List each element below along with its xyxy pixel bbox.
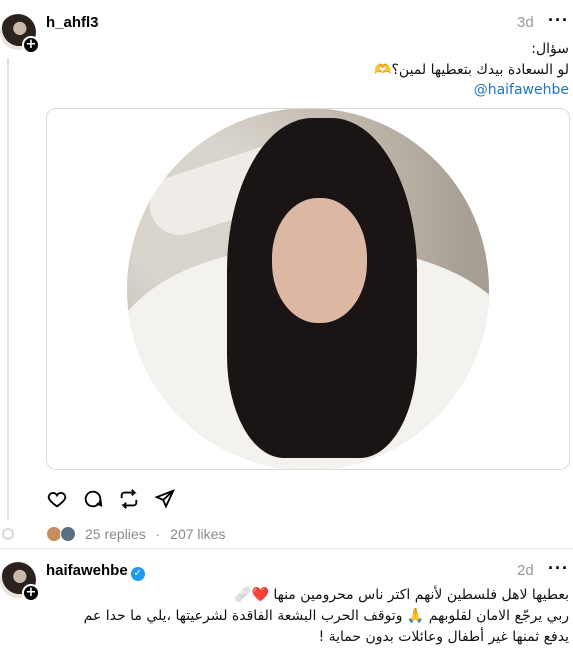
- reply-username-text[interactable]: haifawehbe: [46, 562, 128, 579]
- comment-icon: [84, 490, 103, 508]
- reply-more-options-button[interactable]: ···: [548, 558, 569, 579]
- post-image[interactable]: [46, 108, 570, 470]
- reply-button[interactable]: [82, 488, 106, 512]
- like-button[interactable]: [46, 488, 70, 512]
- reply-avatar[interactable]: +: [0, 562, 40, 602]
- reply-timestamp[interactable]: 2d: [517, 562, 534, 579]
- mention-link[interactable]: @haifawehbe: [474, 82, 569, 98]
- repost-icon: [120, 489, 138, 509]
- reply-text-line-2: ربي يرجّع الامان لقلوبهم 🙏 وتوقف الحرب ا…: [83, 608, 569, 624]
- follow-plus-icon[interactable]: +: [22, 584, 40, 602]
- divider: [0, 548, 573, 549]
- follow-plus-icon[interactable]: +: [22, 36, 40, 54]
- share-button[interactable]: [154, 488, 178, 512]
- thread-line: [7, 58, 9, 520]
- portrait-photo: [127, 109, 489, 469]
- reply-text-line-1: بعطيها لاهل فلسطين لأنهم اكتر ناس محرومي…: [234, 587, 569, 603]
- likes-count[interactable]: 207 likes: [170, 526, 225, 542]
- send-icon: [154, 489, 176, 509]
- post-text-line-1: سؤال:: [531, 41, 569, 57]
- replier-avatar: [60, 526, 76, 542]
- verified-badge-icon: ✓: [130, 567, 145, 581]
- post-stats: 25 replies · 207 likes: [85, 526, 225, 542]
- avatar[interactable]: +: [0, 14, 40, 54]
- heart-icon: [47, 492, 67, 508]
- reply-text-line-3: يدفع ثمنها غير أطفال وعائلات بدون حماية …: [318, 629, 569, 645]
- more-options-button[interactable]: ···: [548, 10, 569, 31]
- replies-count[interactable]: 25 replies: [85, 526, 146, 542]
- repost-button[interactable]: [118, 488, 142, 512]
- thread-end-dot: [2, 528, 14, 540]
- post-timestamp[interactable]: 3d: [517, 14, 534, 31]
- photo-face: [272, 198, 367, 323]
- reply-username[interactable]: haifawehbe ✓: [46, 562, 145, 581]
- post-username[interactable]: h_ahfl3: [46, 14, 99, 31]
- post-text-line-2: لو السعادة بيدك بتعطيها لمين؟🫶: [374, 62, 569, 78]
- stats-separator: ·: [155, 526, 161, 542]
